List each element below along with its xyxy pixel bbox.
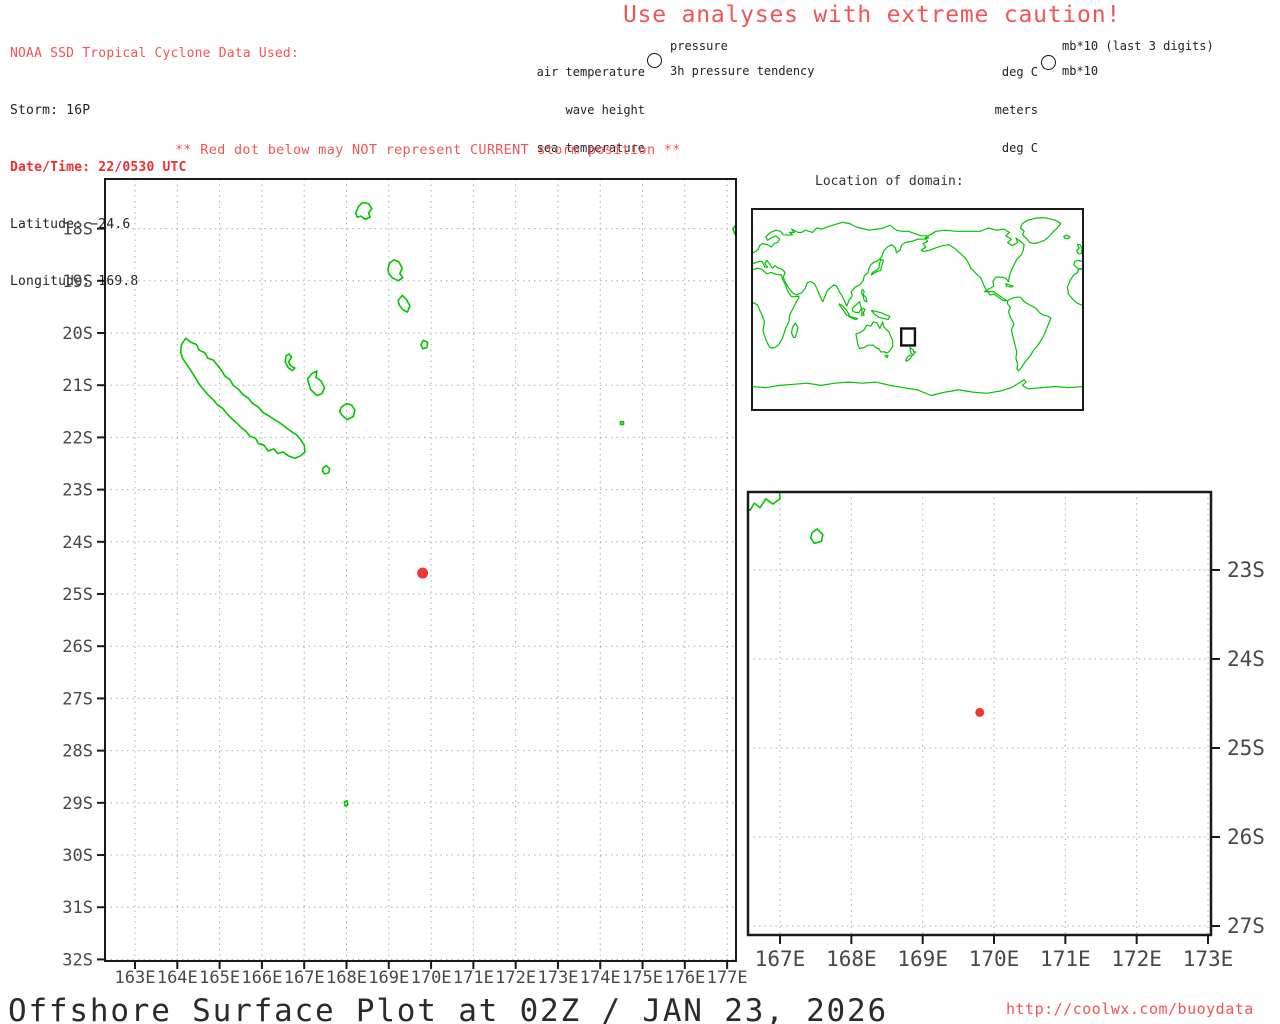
storm-position-dot xyxy=(417,568,428,579)
coastline-australia xyxy=(856,322,893,353)
coastline-north-america xyxy=(921,228,1024,301)
coastline-west-africa-edge xyxy=(1067,268,1083,305)
coastline-norfolk-island xyxy=(344,801,347,806)
coastline-south-america xyxy=(1008,297,1051,371)
x-tick-label: 170E xyxy=(969,947,1020,971)
coastline-efate xyxy=(356,203,372,220)
y-tick-label: 24S xyxy=(1227,647,1265,671)
coastline-eurasia xyxy=(752,222,929,306)
world-inset-map xyxy=(752,209,1083,410)
x-tick-label: 167E xyxy=(284,968,325,988)
y-tick-label: 26S xyxy=(62,637,93,657)
coastline-greenland xyxy=(1021,218,1061,244)
x-tick-label: 172E xyxy=(495,968,536,988)
y-tick-label: 28S xyxy=(62,742,93,762)
y-tick-label: 27S xyxy=(1227,914,1265,938)
domain-rectangle xyxy=(901,328,915,345)
zoom-inset-map-tick-labels: 167E 168E 169E 170E 171E 172E 173E 23S 24S 25S 26S… xyxy=(755,558,1265,971)
coastline-cuba xyxy=(1006,284,1013,287)
offshore-surface-plot-page: NOAA SSD Tropical Cyclone Data Used: Sto… xyxy=(0,0,1280,1024)
x-tick-label: 166E xyxy=(241,968,282,988)
coastline-madagascar xyxy=(792,323,799,338)
x-tick-label: 175E xyxy=(622,968,663,988)
x-tick-label: 170E xyxy=(411,968,452,988)
coastline-nz-north xyxy=(910,348,916,356)
x-tick-label: 168E xyxy=(326,968,367,988)
x-tick-label: 169E xyxy=(368,968,409,988)
main-map-ticks xyxy=(97,229,727,969)
x-tick-label: 165E xyxy=(199,968,240,988)
x-tick-label: 171E xyxy=(453,968,494,988)
coastline-tanna xyxy=(398,295,410,312)
y-tick-label: 25S xyxy=(1227,736,1265,760)
coastline-java xyxy=(849,316,858,319)
coastline-new-guinea xyxy=(872,311,890,320)
y-tick-label: 29S xyxy=(62,794,93,814)
x-tick-label: 173E xyxy=(1183,947,1234,971)
y-tick-label: 19S xyxy=(62,272,93,292)
world-coastlines xyxy=(752,218,1083,396)
x-tick-label: 164E xyxy=(157,968,198,988)
coastline-erromango xyxy=(388,260,403,281)
y-tick-label: 22S xyxy=(62,428,93,448)
main-map-tick-labels: 163E164E165E166E167E168E169E170E171E172E… xyxy=(62,220,747,988)
coastline-borneo xyxy=(852,302,861,313)
coastline-ouvea xyxy=(285,354,295,371)
main-map: 163E164E165E166E167E168E169E170E171E172E… xyxy=(62,179,747,988)
y-tick-label: 31S xyxy=(62,898,93,918)
y-tick-label: 32S xyxy=(62,950,93,970)
coastline-lifou xyxy=(308,371,325,396)
main-map-coastlines xyxy=(181,203,737,807)
x-tick-label: 173E xyxy=(537,968,578,988)
zoom-inset-map-ticks xyxy=(780,570,1220,944)
coastline-mare xyxy=(340,404,355,420)
coastline-iceland xyxy=(1064,235,1070,238)
source-url: http://coolwx.com/buoydata xyxy=(1006,1000,1254,1018)
y-tick-label: 21S xyxy=(62,376,93,396)
y-tick-label: 24S xyxy=(62,533,93,553)
x-tick-label: 174E xyxy=(580,968,621,988)
coastline-tasmania xyxy=(885,355,888,357)
x-tick-label: 168E xyxy=(826,947,877,971)
x-tick-label: 163E xyxy=(115,968,156,988)
coastline-nz-south xyxy=(906,355,913,361)
coastline-ile-des-pins xyxy=(811,529,823,543)
y-tick-label: 23S xyxy=(62,481,93,501)
x-tick-label: 169E xyxy=(897,947,948,971)
zoom-inset-map: 167E 168E 169E 170E 171E 172E 173E 23S 24S 25S 26S… xyxy=(747,492,1265,971)
coastline-sumatra xyxy=(839,304,849,315)
y-tick-label: 27S xyxy=(62,689,93,709)
y-tick-label: 23S xyxy=(1227,558,1265,582)
y-tick-label: 30S xyxy=(62,846,93,866)
y-tick-label: 25S xyxy=(62,585,93,605)
x-tick-label: 171E xyxy=(1040,947,1091,971)
zoom-inset-map-coastlines xyxy=(747,492,823,544)
y-tick-label: 26S xyxy=(1227,825,1265,849)
coastline-sulawesi xyxy=(861,308,865,315)
x-tick-label: 167E xyxy=(755,947,806,971)
coastline-uk xyxy=(1077,245,1083,254)
x-tick-label: 177E xyxy=(707,968,748,988)
coastline-africa xyxy=(752,268,799,348)
coastline-nc-tip xyxy=(747,492,780,511)
coastline-japan xyxy=(872,259,884,275)
coastline-ceva-i-ra xyxy=(621,422,624,425)
y-tick-label: 20S xyxy=(62,324,93,344)
plot-title: Offshore Surface Plot at 02Z / JAN 23, 2… xyxy=(8,993,888,1024)
coastline-ile-des-pins xyxy=(322,466,329,474)
x-tick-label: 172E xyxy=(1111,947,1162,971)
coastline-philippines xyxy=(861,289,867,301)
storm-position-dot xyxy=(975,708,984,717)
y-tick-label: 18S xyxy=(62,220,93,240)
plot-canvas: 163E164E165E166E167E168E169E170E171E172E… xyxy=(0,0,1280,1024)
x-tick-label: 176E xyxy=(664,968,705,988)
coastline-antarctica xyxy=(752,380,1083,396)
coastline-aneityum xyxy=(421,340,428,348)
